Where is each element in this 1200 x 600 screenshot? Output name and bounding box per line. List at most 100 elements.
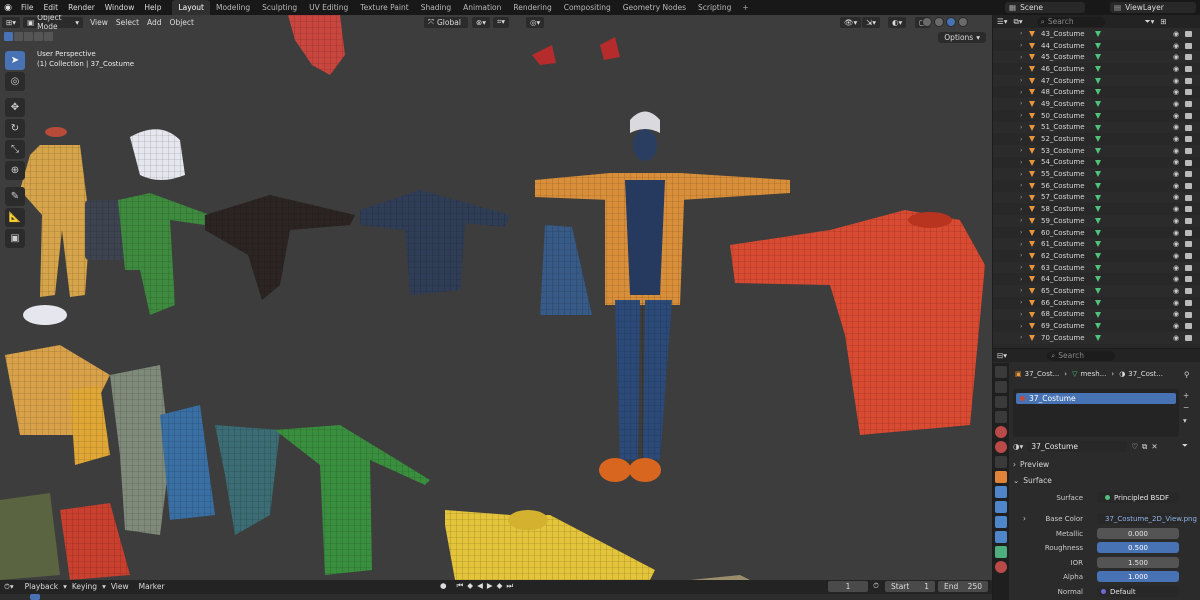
outliner-row[interactable]: › 61_Costume ◉ (993, 238, 1200, 251)
mesh-data-icon[interactable] (1095, 159, 1101, 166)
mesh-data-icon[interactable] (1095, 66, 1101, 73)
proportional-edit-button[interactable]: ◎▾ (526, 16, 545, 28)
mesh-data-icon[interactable] (1095, 136, 1101, 143)
tab-scripting[interactable]: Scripting (692, 0, 737, 15)
gizmo-button[interactable]: ⇲▾ (862, 16, 881, 28)
eye-icon[interactable]: ◉ (1173, 310, 1179, 318)
playhead[interactable] (30, 594, 40, 600)
add-slot-icon[interactable]: + (1183, 391, 1189, 400)
outliner-row[interactable]: › 63_Costume ◉ (993, 261, 1200, 274)
outliner-row[interactable]: › 56_Costume ◉ (993, 180, 1200, 192)
measure-tool[interactable]: 📐 (5, 208, 25, 227)
chevron-right-icon[interactable]: › (1020, 229, 1022, 236)
rendered-shading-icon[interactable] (958, 17, 968, 27)
camera-icon[interactable] (1185, 288, 1192, 295)
eye-icon[interactable]: ◉ (1173, 100, 1179, 108)
display-mode-icon[interactable]: ⧉▾ (1014, 17, 1023, 27)
annotate-tool[interactable]: ✎ (5, 187, 25, 206)
material-slot-row[interactable]: 37_Costume (1016, 393, 1176, 404)
eye-icon[interactable]: ◉ (1173, 264, 1179, 272)
tab-animation[interactable]: Animation (457, 0, 507, 15)
camera-icon[interactable] (1185, 194, 1192, 201)
outliner-row[interactable]: › 58_Costume ◉ (993, 203, 1200, 215)
snap-button[interactable]: ⌗▾ (493, 16, 509, 28)
chevron-right-icon[interactable]: › (1020, 65, 1022, 72)
object-tab-icon[interactable] (995, 471, 1007, 483)
outliner-row[interactable]: › 65_Costume ◉ (993, 285, 1200, 297)
add-workspace-icon[interactable]: + (737, 3, 753, 12)
eye-icon[interactable]: ◉ (1173, 334, 1179, 342)
record-icon[interactable]: ● (440, 581, 447, 591)
chevron-right-icon[interactable]: › (1020, 77, 1022, 84)
pivot-button[interactable]: ⊗▾ (472, 16, 491, 28)
chevron-right-icon[interactable]: › (1020, 311, 1022, 318)
outliner-row[interactable]: › 51_Costume ◉ (993, 121, 1200, 134)
mesh-data-icon[interactable] (1095, 288, 1101, 295)
eye-icon[interactable]: ◉ (1173, 182, 1179, 190)
tab-sculpting[interactable]: Sculpting (256, 0, 303, 15)
chevron-right-icon[interactable]: › (1020, 252, 1022, 259)
chevron-right-icon[interactable]: › (1020, 136, 1022, 143)
add-cube-tool[interactable]: ▣ (5, 229, 25, 248)
tab-compositing[interactable]: Compositing (558, 0, 617, 15)
outliner-row[interactable]: › 46_Costume ◉ (993, 63, 1200, 75)
menu-object[interactable]: Object (166, 18, 198, 27)
camera-icon[interactable] (1185, 159, 1192, 166)
tab-rendering[interactable]: Rendering (507, 0, 557, 15)
camera-icon[interactable] (1185, 31, 1192, 37)
breadcrumb-mesh[interactable]: mesh... (1080, 370, 1106, 378)
chevron-right-icon[interactable]: › (1020, 206, 1022, 213)
transform-tool[interactable]: ⊕ (5, 161, 25, 180)
menu-view[interactable]: View (86, 18, 112, 27)
camera-icon[interactable] (1185, 253, 1192, 260)
select-box-tool[interactable]: ➤ (5, 51, 25, 70)
editor-type-icon[interactable]: ☰▾ (997, 17, 1008, 26)
timeline-ruler[interactable] (0, 594, 992, 600)
camera-icon[interactable] (1185, 147, 1192, 154)
editor-type-icon[interactable]: ⊟▾ (997, 351, 1007, 360)
eye-icon[interactable]: ◉ (1173, 275, 1179, 283)
surface-section[interactable]: ⌄ Surface (1013, 475, 1193, 486)
select-intersect-icon[interactable] (44, 32, 53, 41)
menu-window[interactable]: Window (100, 0, 140, 15)
mesh-data-icon[interactable] (1095, 194, 1101, 201)
outliner-row[interactable]: › 45_Costume ◉ (993, 51, 1200, 64)
camera-icon[interactable] (1185, 241, 1192, 248)
eye-icon[interactable]: ◉ (1173, 77, 1179, 85)
eye-icon[interactable]: ◉ (1173, 30, 1179, 38)
mesh-data-icon[interactable] (1095, 182, 1101, 189)
camera-icon[interactable] (1185, 299, 1192, 306)
eye-icon[interactable]: ◉ (1173, 299, 1179, 307)
outliner-search-input[interactable]: ⌕ Search (1036, 16, 1105, 27)
outliner-row[interactable]: › 50_Costume ◉ (993, 110, 1200, 122)
outliner-row[interactable]: › 54_Costume ◉ (993, 157, 1200, 169)
outliner-row[interactable]: › 70_Costume ◉ (993, 331, 1200, 344)
editor-type-icon[interactable]: ⏱▾ (4, 582, 14, 592)
tab-layout[interactable]: Layout (172, 0, 210, 15)
normal-field[interactable]: Default (1097, 586, 1179, 597)
mesh-data-icon[interactable] (1095, 311, 1101, 318)
camera-icon[interactable] (1185, 101, 1192, 108)
chevron-right-icon[interactable]: › (1020, 323, 1022, 330)
menu-help[interactable]: Help (139, 0, 166, 15)
surface-shader-field[interactable]: Principled BSDF (1097, 492, 1179, 503)
chevron-right-icon[interactable]: › (1020, 147, 1022, 154)
eye-icon[interactable]: ◉ (1173, 88, 1179, 96)
mesh-data-icon[interactable] (1095, 264, 1101, 271)
mesh-data-icon[interactable] (1095, 147, 1101, 154)
mesh-data-icon[interactable] (1095, 241, 1101, 248)
scale-tool[interactable]: ⤡ (5, 140, 25, 159)
play-icon[interactable]: ▶ (487, 581, 493, 591)
solid-shading-icon[interactable] (934, 17, 944, 27)
mesh-data-icon[interactable] (1095, 31, 1101, 37)
cursor-tool[interactable]: ◎ (5, 72, 25, 91)
camera-icon[interactable] (1185, 124, 1192, 131)
wireframe-shading-icon[interactable] (922, 17, 932, 27)
camera-icon[interactable] (1185, 136, 1192, 143)
current-frame-field[interactable]: 1 (828, 581, 868, 592)
marker-menu[interactable]: Marker (134, 582, 170, 591)
eye-icon[interactable]: ◉ (1173, 252, 1179, 260)
chevron-down-icon[interactable]: ▾ (1183, 416, 1187, 425)
link-icon[interactable]: ⏷ (1182, 441, 1188, 451)
outliner-row[interactable]: › 57_Costume ◉ (993, 191, 1200, 204)
